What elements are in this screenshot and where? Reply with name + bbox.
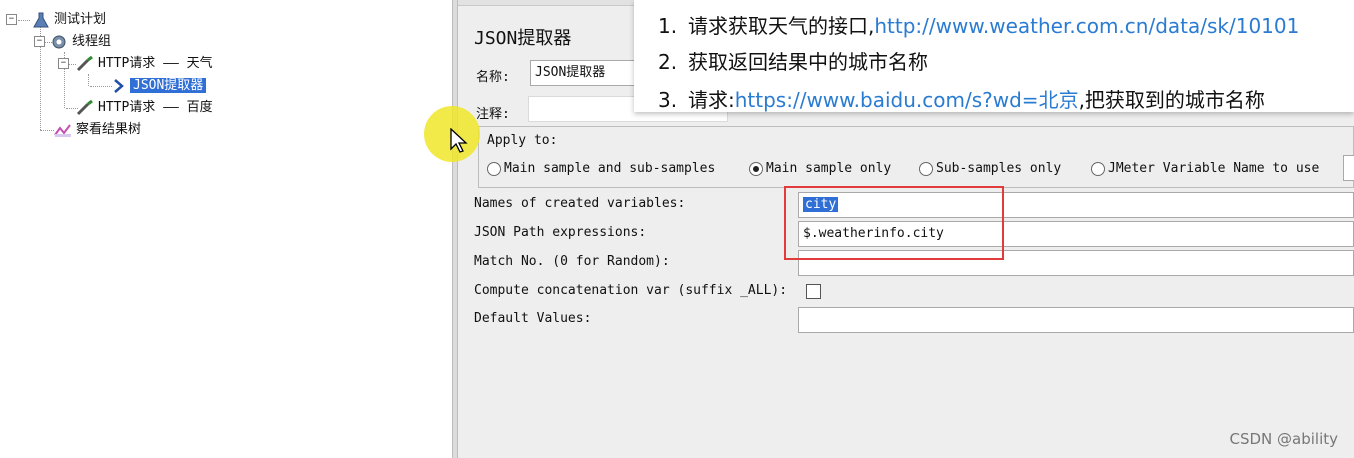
tree-node-json-extractor[interactable]: JSON提取器: [112, 77, 207, 95]
name-label: 名称:: [476, 70, 510, 85]
instruction-line-3: 3. 请求:https://www.baidu.com/s?wd=北京,把获取到的…: [658, 88, 1265, 112]
baidu-search-link[interactable]: https://www.baidu.com/s?wd=北京: [735, 88, 1079, 112]
radio-circle: [487, 161, 501, 176]
pipette-icon: [76, 55, 94, 72]
weather-api-link[interactable]: http://www.weather.com.cn/data/sk/10101: [874, 14, 1299, 38]
tree-connector: [68, 64, 76, 65]
mouse-pointer-icon: [450, 128, 468, 153]
watermark: CSDN @ability: [1229, 430, 1338, 448]
tree-node-http-baidu[interactable]: HTTP请求 —— 百度: [76, 99, 213, 117]
gear-icon: [50, 34, 68, 50]
radio-sub-only[interactable]: Sub-samples only: [919, 161, 1061, 176]
tree-connector: [18, 20, 30, 21]
collapse-toggle[interactable]: −: [34, 36, 45, 47]
radio-main-and-sub[interactable]: Main sample and sub-samples: [487, 161, 715, 176]
apply-to-group: Apply to: Main sample and sub-samples Ma…: [478, 126, 1354, 188]
radio-circle: [1091, 161, 1105, 176]
flask-icon: [32, 12, 50, 28]
jmeter-variable-field[interactable]: [1343, 155, 1354, 181]
default-values-field[interactable]: [798, 307, 1354, 333]
pipette-icon: [76, 99, 94, 116]
concat-label: Compute concatenation var (suffix _ALL):: [474, 283, 788, 298]
collapse-toggle[interactable]: −: [6, 14, 17, 25]
tree-connector: [40, 130, 54, 131]
instruction-overlay: 1. 请求获取天气的接口,http://www.weather.com.cn/da…: [634, 0, 1354, 112]
tree-connector: [90, 86, 112, 87]
extractor-icon: [112, 78, 126, 94]
instruction-line-2: 2. 获取返回结果中的城市名称: [658, 50, 928, 74]
tree-node-thread-group[interactable]: 线程组: [50, 33, 111, 51]
comment-label: 注释:: [476, 107, 510, 122]
panel-title: JSON提取器: [474, 28, 572, 49]
collapse-toggle[interactable]: −: [58, 58, 69, 69]
apply-to-label: Apply to:: [487, 133, 558, 148]
concat-checkbox[interactable]: [806, 284, 821, 299]
radio-main-only[interactable]: Main sample only: [749, 161, 891, 176]
tree-connector: [88, 74, 89, 86]
json-path-label: JSON Path expressions:: [474, 225, 647, 240]
radio-jmeter-variable[interactable]: JMeter Variable Name to use: [1091, 161, 1319, 176]
tree-node-http-weather[interactable]: HTTP请求 —— 天气: [76, 55, 213, 73]
match-no-label: Match No. (0 for Random):: [474, 254, 670, 269]
instruction-line-1: 1. 请求获取天气的接口,http://www.weather.com.cn/da…: [658, 14, 1300, 38]
tree-node-results-tree[interactable]: 察看结果树: [54, 121, 141, 139]
test-plan-tree: − − − 测试计划 线程组 HTTP请求 —— 天气 JSON提取器 HTTP…: [0, 0, 452, 458]
highlight-box: [784, 186, 1004, 260]
radio-circle-selected: [749, 161, 763, 176]
radio-circle: [919, 161, 933, 176]
default-values-label: Default Values:: [474, 311, 592, 326]
tree-node-test-plan[interactable]: 测试计划: [32, 11, 106, 29]
names-label: Names of created variables:: [474, 196, 686, 211]
chart-icon: [54, 122, 72, 138]
